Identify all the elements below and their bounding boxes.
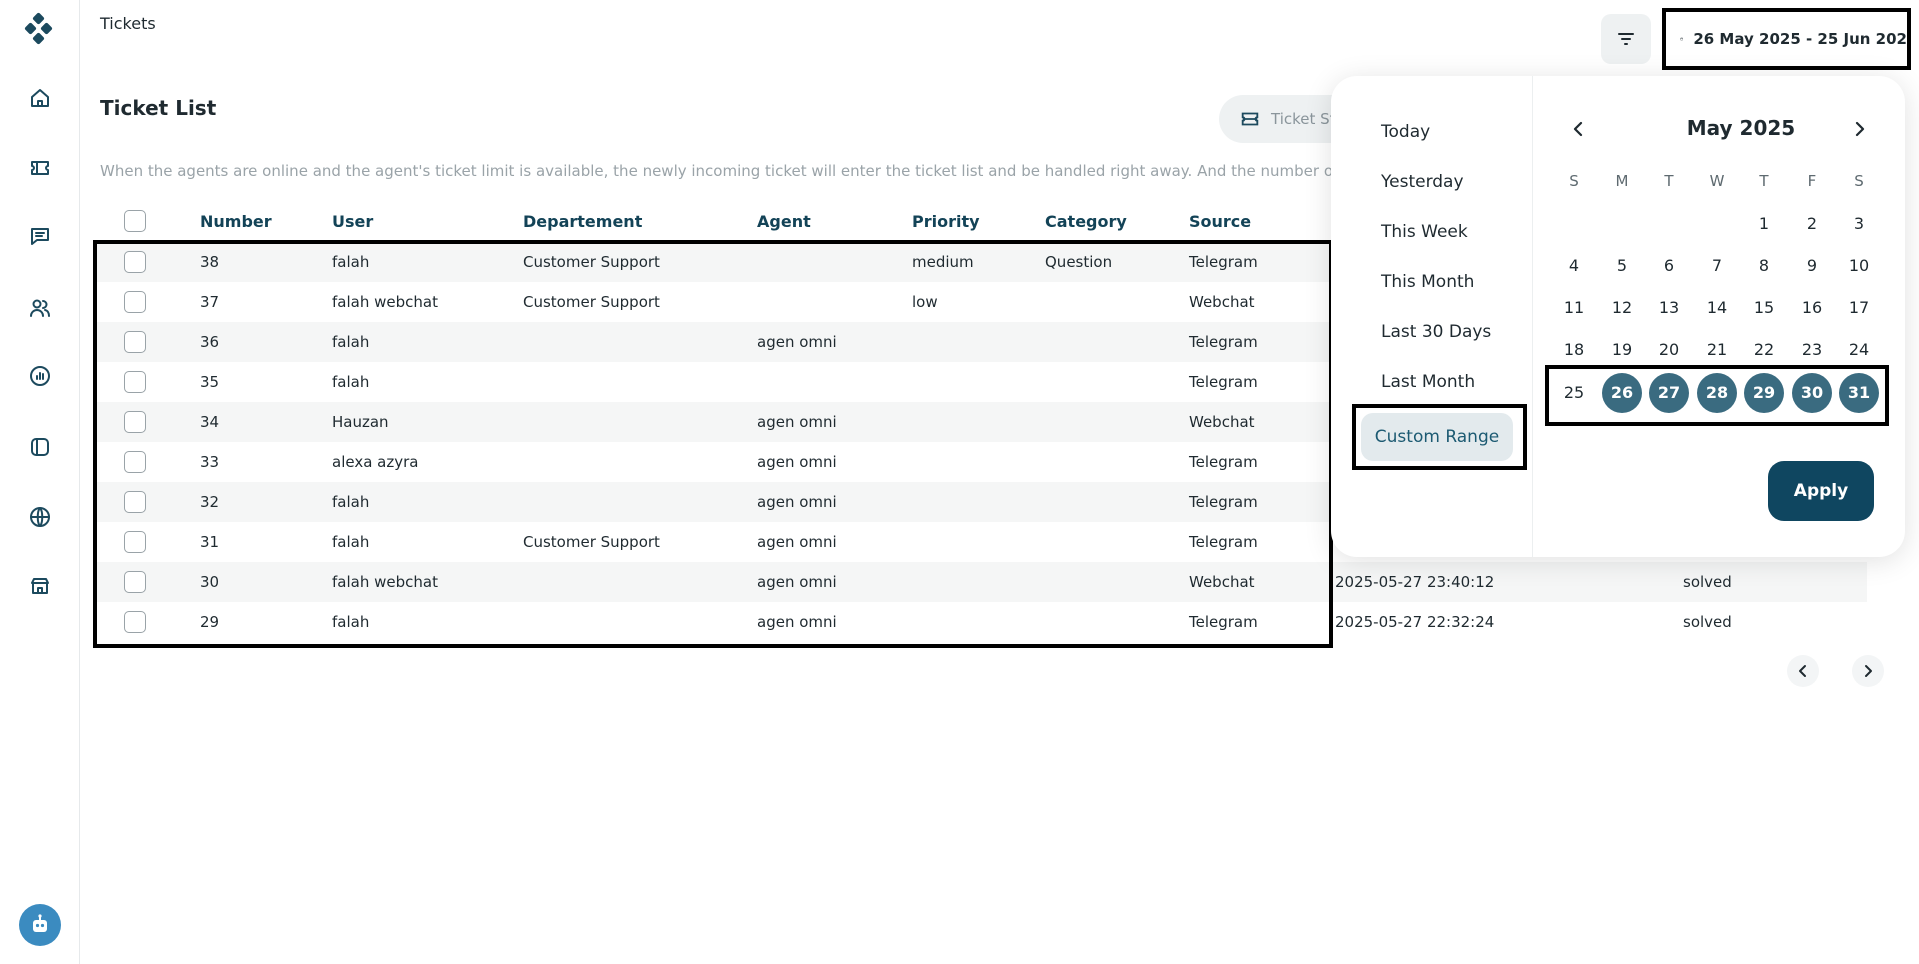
date-range-button[interactable]: 26 May 2025 - 25 Jun 202 — [1662, 8, 1911, 70]
calendar-day[interactable]: 2 — [1792, 204, 1832, 244]
filter-button[interactable] — [1601, 14, 1651, 64]
calendar-day[interactable]: 13 — [1649, 288, 1689, 328]
prev-month-button[interactable] — [1564, 114, 1594, 144]
preset-yesterday[interactable]: Yesterday — [1381, 172, 1464, 192]
weekday-label: F — [1807, 172, 1817, 190]
home-icon[interactable] — [26, 84, 54, 112]
weekday-label: T — [1664, 172, 1674, 190]
chevron-left-icon — [1799, 665, 1806, 677]
prev-page-button[interactable] — [1787, 655, 1819, 687]
column-header-source[interactable]: Source — [1189, 212, 1251, 231]
calendar-day[interactable]: 4 — [1554, 246, 1594, 286]
page-title: Ticket List — [100, 96, 217, 120]
weekday-label: S — [1854, 172, 1864, 190]
calendar-day[interactable]: 16 — [1792, 288, 1832, 328]
users-icon[interactable] — [26, 294, 54, 322]
calendar-day[interactable]: 5 — [1602, 246, 1642, 286]
calendar-day[interactable]: 19 — [1602, 330, 1642, 370]
table-header: Number User Departement Agent Priority C… — [100, 208, 1400, 234]
calendar-day[interactable]: 24 — [1839, 330, 1879, 370]
channel-icon[interactable] — [26, 433, 54, 461]
filter-icon — [1618, 33, 1634, 45]
calendar-day[interactable]: 22 — [1744, 330, 1784, 370]
cell-date: 2025-05-27 22:32:24 — [1335, 613, 1495, 631]
ticket-hint: When the agents are online and the agent… — [100, 162, 1335, 180]
sidebar — [0, 0, 80, 964]
analytics-icon[interactable] — [26, 362, 54, 390]
preset-this-week[interactable]: This Week — [1381, 222, 1468, 242]
preset-today[interactable]: Today — [1381, 122, 1430, 142]
calendar-day[interactable]: 3 — [1839, 204, 1879, 244]
calendar-day[interactable]: 1 — [1744, 204, 1784, 244]
next-month-button[interactable] — [1844, 114, 1874, 144]
ticket-icon — [1241, 112, 1259, 126]
picker-divider — [1532, 76, 1533, 557]
weekday-label: T — [1759, 172, 1769, 190]
column-header-department[interactable]: Departement — [523, 212, 642, 231]
chevron-left-icon — [1573, 121, 1583, 137]
custom-range-highlight-frame — [1352, 404, 1527, 470]
page-breadcrumb: Tickets — [100, 14, 156, 33]
select-all-checkbox[interactable] — [124, 210, 146, 232]
weekday-label: W — [1709, 172, 1725, 190]
preset-this-month[interactable]: This Month — [1381, 272, 1474, 292]
globe-icon[interactable] — [26, 503, 54, 531]
calendar-day[interactable]: 12 — [1602, 288, 1642, 328]
calendar-day[interactable]: 18 — [1554, 330, 1594, 370]
calendar-day[interactable]: 23 — [1792, 330, 1832, 370]
calendar-day[interactable]: 7 — [1697, 246, 1737, 286]
store-icon[interactable] — [26, 572, 54, 600]
preset-last-month[interactable]: Last Month — [1381, 372, 1475, 392]
calendar-month-title: May 2025 — [1686, 116, 1796, 140]
chat-icon[interactable] — [26, 222, 54, 250]
calendar-day[interactable]: 6 — [1649, 246, 1689, 286]
apply-button[interactable]: Apply — [1768, 461, 1874, 521]
cell-status: solved — [1683, 573, 1732, 591]
calendar-day[interactable]: 17 — [1839, 288, 1879, 328]
weekday-label: S — [1569, 172, 1579, 190]
weekday-label: M — [1615, 172, 1629, 190]
bot-avatar[interactable] — [19, 904, 61, 946]
date-range-label: 26 May 2025 - 25 Jun 202 — [1693, 30, 1907, 48]
chevron-right-icon — [1865, 665, 1872, 677]
app-logo[interactable] — [23, 12, 57, 46]
ticket-icon[interactable] — [26, 154, 54, 182]
column-header-agent[interactable]: Agent — [757, 212, 811, 231]
calendar-day[interactable]: 14 — [1697, 288, 1737, 328]
column-header-category[interactable]: Category — [1045, 212, 1127, 231]
calendar-day[interactable]: 9 — [1792, 246, 1832, 286]
selected-week-highlight-frame — [1545, 365, 1889, 426]
calendar-day[interactable]: 10 — [1839, 246, 1879, 286]
column-header-number[interactable]: Number — [200, 212, 272, 231]
calendar-day[interactable]: 8 — [1744, 246, 1784, 286]
cell-status: solved — [1683, 613, 1732, 631]
column-header-user[interactable]: User — [332, 212, 373, 231]
apply-button-label: Apply — [1793, 481, 1849, 501]
calendar-day[interactable]: 15 — [1744, 288, 1784, 328]
chevron-right-icon — [1855, 121, 1865, 137]
calendar-day[interactable]: 21 — [1697, 330, 1737, 370]
column-header-priority[interactable]: Priority — [912, 212, 980, 231]
next-page-button[interactable] — [1852, 655, 1884, 687]
date-picker-popup: Today Yesterday This Week This Month Las… — [1331, 76, 1905, 557]
ticket-stat-label: Ticket St — [1271, 110, 1336, 128]
cell-date: 2025-05-27 23:40:12 — [1335, 573, 1495, 591]
calendar-icon — [1680, 37, 1684, 41]
rows-highlight-frame — [93, 240, 1333, 648]
calendar-day[interactable]: 11 — [1554, 288, 1594, 328]
preset-last-30-days[interactable]: Last 30 Days — [1381, 322, 1491, 342]
calendar-day[interactable]: 20 — [1649, 330, 1689, 370]
